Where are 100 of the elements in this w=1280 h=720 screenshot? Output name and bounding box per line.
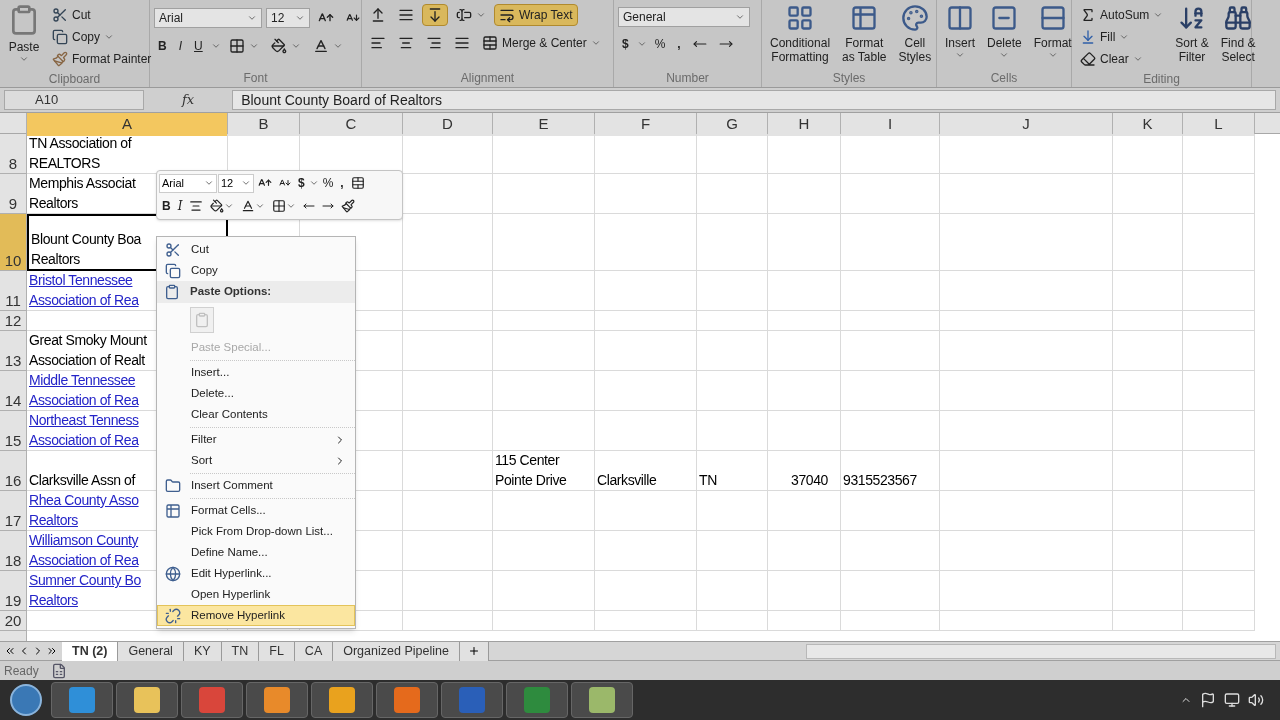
bold-button[interactable]: B (159, 196, 174, 216)
table-cell[interactable] (697, 571, 768, 611)
table-cell[interactable] (841, 271, 940, 311)
table-cell[interactable] (768, 214, 841, 271)
sheet-tab[interactable]: General (118, 641, 184, 661)
cut-button[interactable]: Cut (48, 4, 156, 26)
row-header[interactable]: 18 (0, 531, 27, 571)
autosum-button[interactable]: AutoSum (1076, 4, 1168, 26)
table-cell[interactable] (768, 271, 841, 311)
table-cell[interactable] (697, 214, 768, 271)
table-cell[interactable] (1183, 134, 1255, 174)
table-cell[interactable] (1183, 174, 1255, 214)
table-cell[interactable] (493, 271, 595, 311)
table-cell[interactable] (403, 311, 493, 331)
bottom-align-button[interactable] (422, 4, 448, 26)
cells-button[interactable]: Delete (983, 4, 1026, 68)
taskbar-app-button[interactable] (116, 682, 178, 718)
table-cell[interactable] (1183, 411, 1255, 451)
table-cell[interactable] (841, 134, 940, 174)
table-cell[interactable] (697, 271, 768, 311)
table-cell[interactable] (841, 531, 940, 571)
hyperlink[interactable]: Sumner County Bo Realtors (29, 571, 141, 610)
table-cell[interactable] (697, 531, 768, 571)
cells-button[interactable]: Insert (941, 4, 979, 68)
table-cell[interactable] (697, 411, 768, 451)
table-cell[interactable] (768, 571, 841, 611)
paste-option-button[interactable] (190, 307, 214, 333)
table-cell[interactable] (403, 611, 493, 631)
taskbar-app-button[interactable] (246, 682, 308, 718)
last-sheet-button[interactable] (46, 645, 58, 657)
table-cell[interactable] (403, 571, 493, 611)
table-cell[interactable]: Clarksville (595, 451, 697, 491)
column-header[interactable]: H (768, 113, 841, 136)
table-cell[interactable] (1113, 531, 1183, 571)
horizontal-scrollbar[interactable] (806, 643, 1276, 659)
table-cell[interactable] (768, 531, 841, 571)
editing-button[interactable]: Find & Select (1216, 4, 1260, 68)
table-cell[interactable] (1113, 451, 1183, 491)
taskbar-app-button[interactable] (376, 682, 438, 718)
row-header[interactable]: 9 (0, 174, 27, 214)
table-cell[interactable]: TN (697, 451, 768, 491)
table-cell[interactable] (595, 571, 697, 611)
table-cell[interactable] (697, 331, 768, 371)
font-size-dropdown[interactable]: 12 (266, 8, 310, 28)
column-header[interactable]: L (1183, 113, 1255, 136)
table-cell[interactable] (493, 214, 595, 271)
table-cell[interactable] (403, 134, 493, 174)
sheet-tab[interactable]: TN (2) (62, 641, 119, 661)
sheet-tab[interactable]: TN (221, 641, 260, 661)
table-cell[interactable] (595, 271, 697, 311)
table-cell[interactable] (1183, 371, 1255, 411)
table-cell[interactable] (841, 174, 940, 214)
comma-button[interactable]: , (337, 173, 347, 193)
table-cell[interactable] (768, 491, 841, 531)
formula-input[interactable]: Blount County Board of Realtors (232, 90, 1276, 110)
table-cell[interactable] (595, 611, 697, 631)
table-cell[interactable] (1113, 311, 1183, 331)
clear-button[interactable]: Clear (1076, 48, 1168, 70)
table-cell[interactable] (1183, 214, 1255, 271)
table-cell[interactable] (940, 331, 1113, 371)
font-name-dropdown[interactable]: Arial (154, 8, 262, 28)
table-cell[interactable] (940, 371, 1113, 411)
font-size-dropdown[interactable]: 12 (218, 173, 254, 193)
table-cell[interactable] (697, 491, 768, 531)
table-cell[interactable] (1183, 571, 1255, 611)
row-header[interactable]: 12 (0, 311, 27, 331)
sheet-tab[interactable]: FL (259, 641, 295, 661)
table-cell[interactable] (1183, 271, 1255, 311)
currency-button[interactable]: $ (618, 33, 633, 55)
percent-button[interactable]: % (650, 33, 670, 55)
table-cell[interactable] (1113, 491, 1183, 531)
table-cell[interactable] (1183, 331, 1255, 371)
table-cell[interactable] (697, 134, 768, 174)
editing-button[interactable]: Sort & Filter (1171, 4, 1213, 68)
table-cell[interactable] (940, 611, 1113, 631)
table-cell[interactable] (841, 371, 940, 411)
column-header[interactable]: K (1113, 113, 1183, 136)
table-cell[interactable] (595, 371, 697, 411)
table-cell[interactable] (403, 214, 493, 271)
table-cell[interactable] (940, 571, 1113, 611)
table-cell[interactable] (1183, 491, 1255, 531)
name-box[interactable]: A10 (4, 90, 144, 110)
table-cell[interactable] (1113, 134, 1183, 174)
table-cell[interactable] (1113, 411, 1183, 451)
table-cell[interactable] (595, 411, 697, 451)
table-cell[interactable] (403, 331, 493, 371)
table-cell[interactable] (1183, 531, 1255, 571)
hyperlink[interactable]: Northeast Tenness Association of Rea (29, 411, 139, 450)
copy-button[interactable]: Copy (48, 26, 156, 48)
table-cell[interactable] (403, 451, 493, 491)
row-header[interactable]: 15 (0, 411, 27, 451)
hyperlink[interactable]: Williamson County Association of Rea (29, 531, 139, 570)
table-cell[interactable] (595, 331, 697, 371)
styles-button[interactable]: Conditional Formatting (766, 4, 835, 68)
format-painter-button[interactable]: Format Painter (48, 48, 156, 70)
table-cell[interactable] (493, 531, 595, 571)
table-cell[interactable] (768, 371, 841, 411)
table-cell[interactable] (595, 311, 697, 331)
table-cell[interactable] (1183, 451, 1255, 491)
table-cell[interactable] (841, 411, 940, 451)
